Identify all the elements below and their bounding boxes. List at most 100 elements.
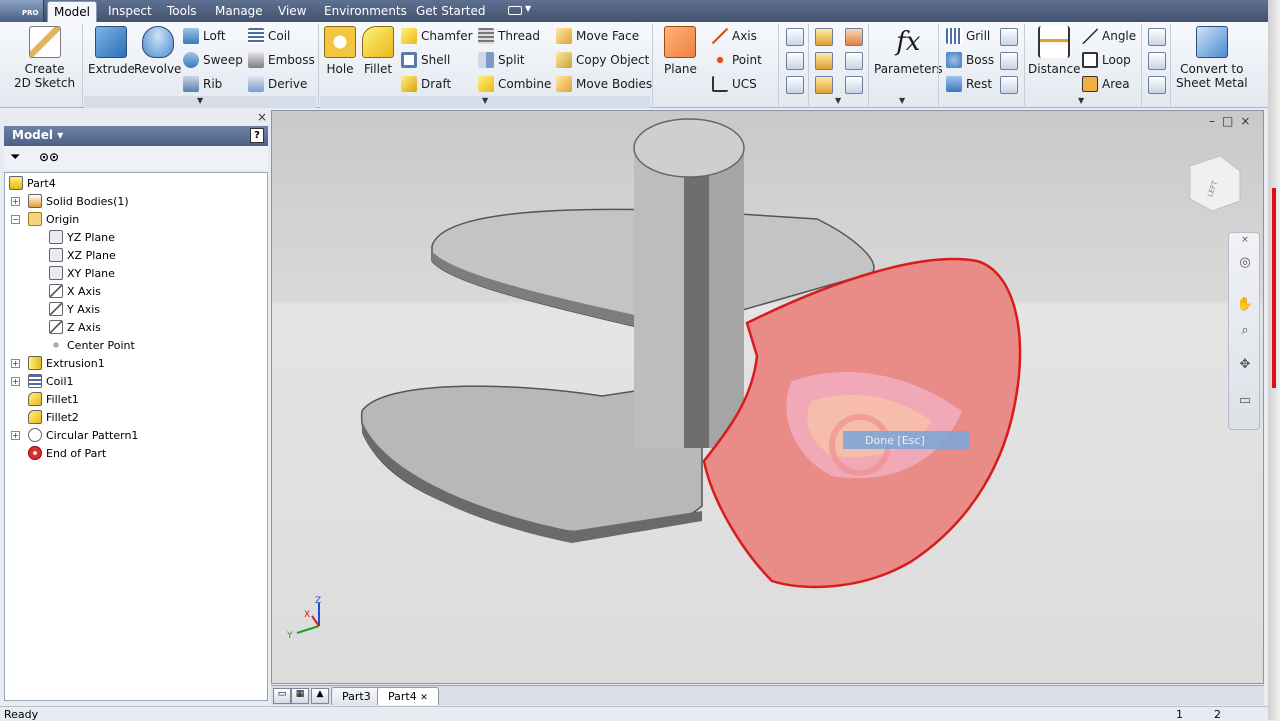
tree-node-end-of-part[interactable]: End of Part <box>28 444 106 462</box>
tree-node-y-axis[interactable]: Y Axis <box>49 300 100 318</box>
fillet-button[interactable]: Fillet <box>362 26 394 76</box>
tree-node-circular-pattern1[interactable]: Circular Pattern1 <box>28 426 138 444</box>
parameters-caret-icon[interactable]: ▼ <box>899 96 905 105</box>
combine-button[interactable]: Combine <box>478 76 551 92</box>
distance-button[interactable]: Distance <box>1028 26 1080 76</box>
move-face-button[interactable]: Move Face <box>556 28 639 44</box>
surface-panel-caret-icon[interactable]: ▼ <box>835 96 841 105</box>
sweep-button[interactable]: Sweep <box>183 52 243 68</box>
hub-top-face[interactable] <box>633 118 745 178</box>
loft-button[interactable]: Loft <box>183 28 226 44</box>
tree-node-z-axis[interactable]: Z Axis <box>49 318 101 336</box>
convert-to-sheet-metal-button[interactable]: Convert to Sheet Metal <box>1176 26 1248 90</box>
derive-button[interactable]: Derive <box>248 76 307 92</box>
close-tab-icon[interactable]: ✕ <box>420 693 428 703</box>
application-menu-button[interactable]: PRO <box>0 0 44 22</box>
shell-button[interactable]: Shell <box>401 52 450 68</box>
circular-pattern-icon[interactable] <box>786 52 804 70</box>
doc-tab-part4[interactable]: Part4 ✕ <box>377 687 439 705</box>
parameters-button[interactable]: fx Parameters <box>874 26 943 76</box>
point-button[interactable]: Point <box>712 52 762 68</box>
tree-node-xy-plane[interactable]: XY Plane <box>49 264 115 282</box>
draft-button[interactable]: Draft <box>401 76 451 92</box>
tree-node-x-axis[interactable]: X Axis <box>49 282 101 300</box>
pan-icon[interactable]: ✋ <box>1236 297 1254 315</box>
extrude-button[interactable]: Extrude <box>88 26 135 76</box>
tab-environments[interactable]: Environments <box>324 4 407 18</box>
close-navbar-icon[interactable]: × <box>1236 235 1254 253</box>
tab-tools[interactable]: Tools <box>167 4 197 18</box>
axis-button[interactable]: Axis <box>712 28 757 44</box>
hole-button[interactable]: Hole <box>324 26 356 76</box>
tab-list-icon[interactable]: ▲ <box>311 688 329 704</box>
stitch-icon[interactable] <box>815 28 833 46</box>
doc-tab-part3[interactable]: Part3 <box>331 687 382 705</box>
grill-button[interactable]: Grill <box>946 28 990 44</box>
revolve-button[interactable]: Revolve <box>134 26 181 76</box>
zoom-icon[interactable]: ⌕ <box>1236 323 1254 341</box>
tree-node-solid-bodies[interactable]: Solid Bodies(1) <box>28 192 129 210</box>
lip-icon[interactable] <box>1000 76 1018 94</box>
rectangular-pattern-icon[interactable] <box>786 28 804 46</box>
tab-manage[interactable]: Manage <box>215 4 263 18</box>
tab-inspect[interactable]: Inspect <box>108 4 152 18</box>
copy-object-button[interactable]: Copy Object <box>556 52 649 68</box>
tile-icon[interactable]: ▦ <box>291 688 309 704</box>
insight-icon[interactable] <box>1148 28 1166 46</box>
browser-close-icon[interactable]: × <box>257 110 267 124</box>
chamfer-button[interactable]: Chamfer <box>401 28 473 44</box>
orbit-icon[interactable]: ✥ <box>1236 357 1254 375</box>
expand-icon[interactable]: + <box>11 359 20 368</box>
thread-button[interactable]: Thread <box>478 28 540 44</box>
plane-button[interactable]: Plane <box>664 26 697 76</box>
modify-panel-caret-icon[interactable]: ▼ <box>482 96 488 105</box>
move-bodies-button[interactable]: Move Bodies <box>556 76 652 92</box>
help-icon[interactable]: ? <box>250 128 264 143</box>
snap-fit-icon[interactable] <box>1000 28 1018 46</box>
analysis-icon[interactable] <box>1148 76 1166 94</box>
tree-node-coil1[interactable]: Coil1 <box>28 372 74 390</box>
collapse-icon[interactable]: − <box>11 215 20 224</box>
tree-node-center-point[interactable]: Center Point <box>49 336 135 354</box>
viewport-window-controls[interactable]: –□× <box>1209 114 1257 128</box>
tab-model[interactable]: Model <box>47 1 97 22</box>
measure-caret-icon[interactable]: ▼ <box>1078 96 1084 105</box>
boss-button[interactable]: Boss <box>946 52 994 68</box>
patch-icon[interactable] <box>845 28 863 46</box>
emboss-button[interactable]: Emboss <box>248 52 315 68</box>
rule-fillet-icon[interactable] <box>1000 52 1018 70</box>
trim-icon[interactable] <box>845 52 863 70</box>
tree-node-origin[interactable]: Origin <box>28 210 79 228</box>
thicken-icon[interactable] <box>815 52 833 70</box>
delete-face-icon[interactable] <box>845 76 863 94</box>
expand-icon[interactable]: + <box>11 197 20 206</box>
tab-get-started[interactable]: Get Started <box>416 4 486 18</box>
display-icon[interactable] <box>508 6 522 15</box>
tree-node-extrusion1[interactable]: Extrusion1 <box>28 354 105 372</box>
tree-node-fillet2[interactable]: Fillet2 <box>28 408 79 426</box>
tree-node-part4[interactable]: Part4 <box>9 174 56 192</box>
tree-node-yz-plane[interactable]: YZ Plane <box>49 228 115 246</box>
steering-wheel-icon[interactable]: ◎ <box>1236 255 1254 273</box>
rib-button[interactable]: Rib <box>183 76 222 92</box>
mirror-icon[interactable] <box>786 76 804 94</box>
look-at-icon[interactable]: ▭ <box>1236 393 1254 411</box>
coil-button[interactable]: Coil <box>248 28 290 44</box>
split-button[interactable]: Split <box>478 52 525 68</box>
tree-node-xz-plane[interactable]: XZ Plane <box>49 246 116 264</box>
tab-view[interactable]: View <box>278 4 306 18</box>
filter-icon[interactable]: ⏷ <box>10 151 24 165</box>
expand-icon[interactable]: + <box>11 377 20 386</box>
find-binoculars-icon[interactable]: ⊙⊙ <box>39 150 59 164</box>
sculpt-icon[interactable] <box>815 76 833 94</box>
create-panel-caret-icon[interactable]: ▼ <box>197 96 203 105</box>
ucs-button[interactable]: UCS <box>712 76 757 92</box>
rest-button[interactable]: Rest <box>946 76 992 92</box>
sketch-doctor-icon[interactable] <box>1148 52 1166 70</box>
create-2d-sketch-button[interactable]: Create 2D Sketch <box>14 26 75 90</box>
cascade-icon[interactable]: ▭ <box>273 688 291 704</box>
dropdown-caret-icon[interactable]: ▼ <box>525 4 531 13</box>
expand-icon[interactable]: + <box>11 431 20 440</box>
graphics-viewport[interactable]: Z Y X LEFT <box>271 110 1264 684</box>
context-menu-done[interactable]: Done [Esc] <box>843 431 969 449</box>
